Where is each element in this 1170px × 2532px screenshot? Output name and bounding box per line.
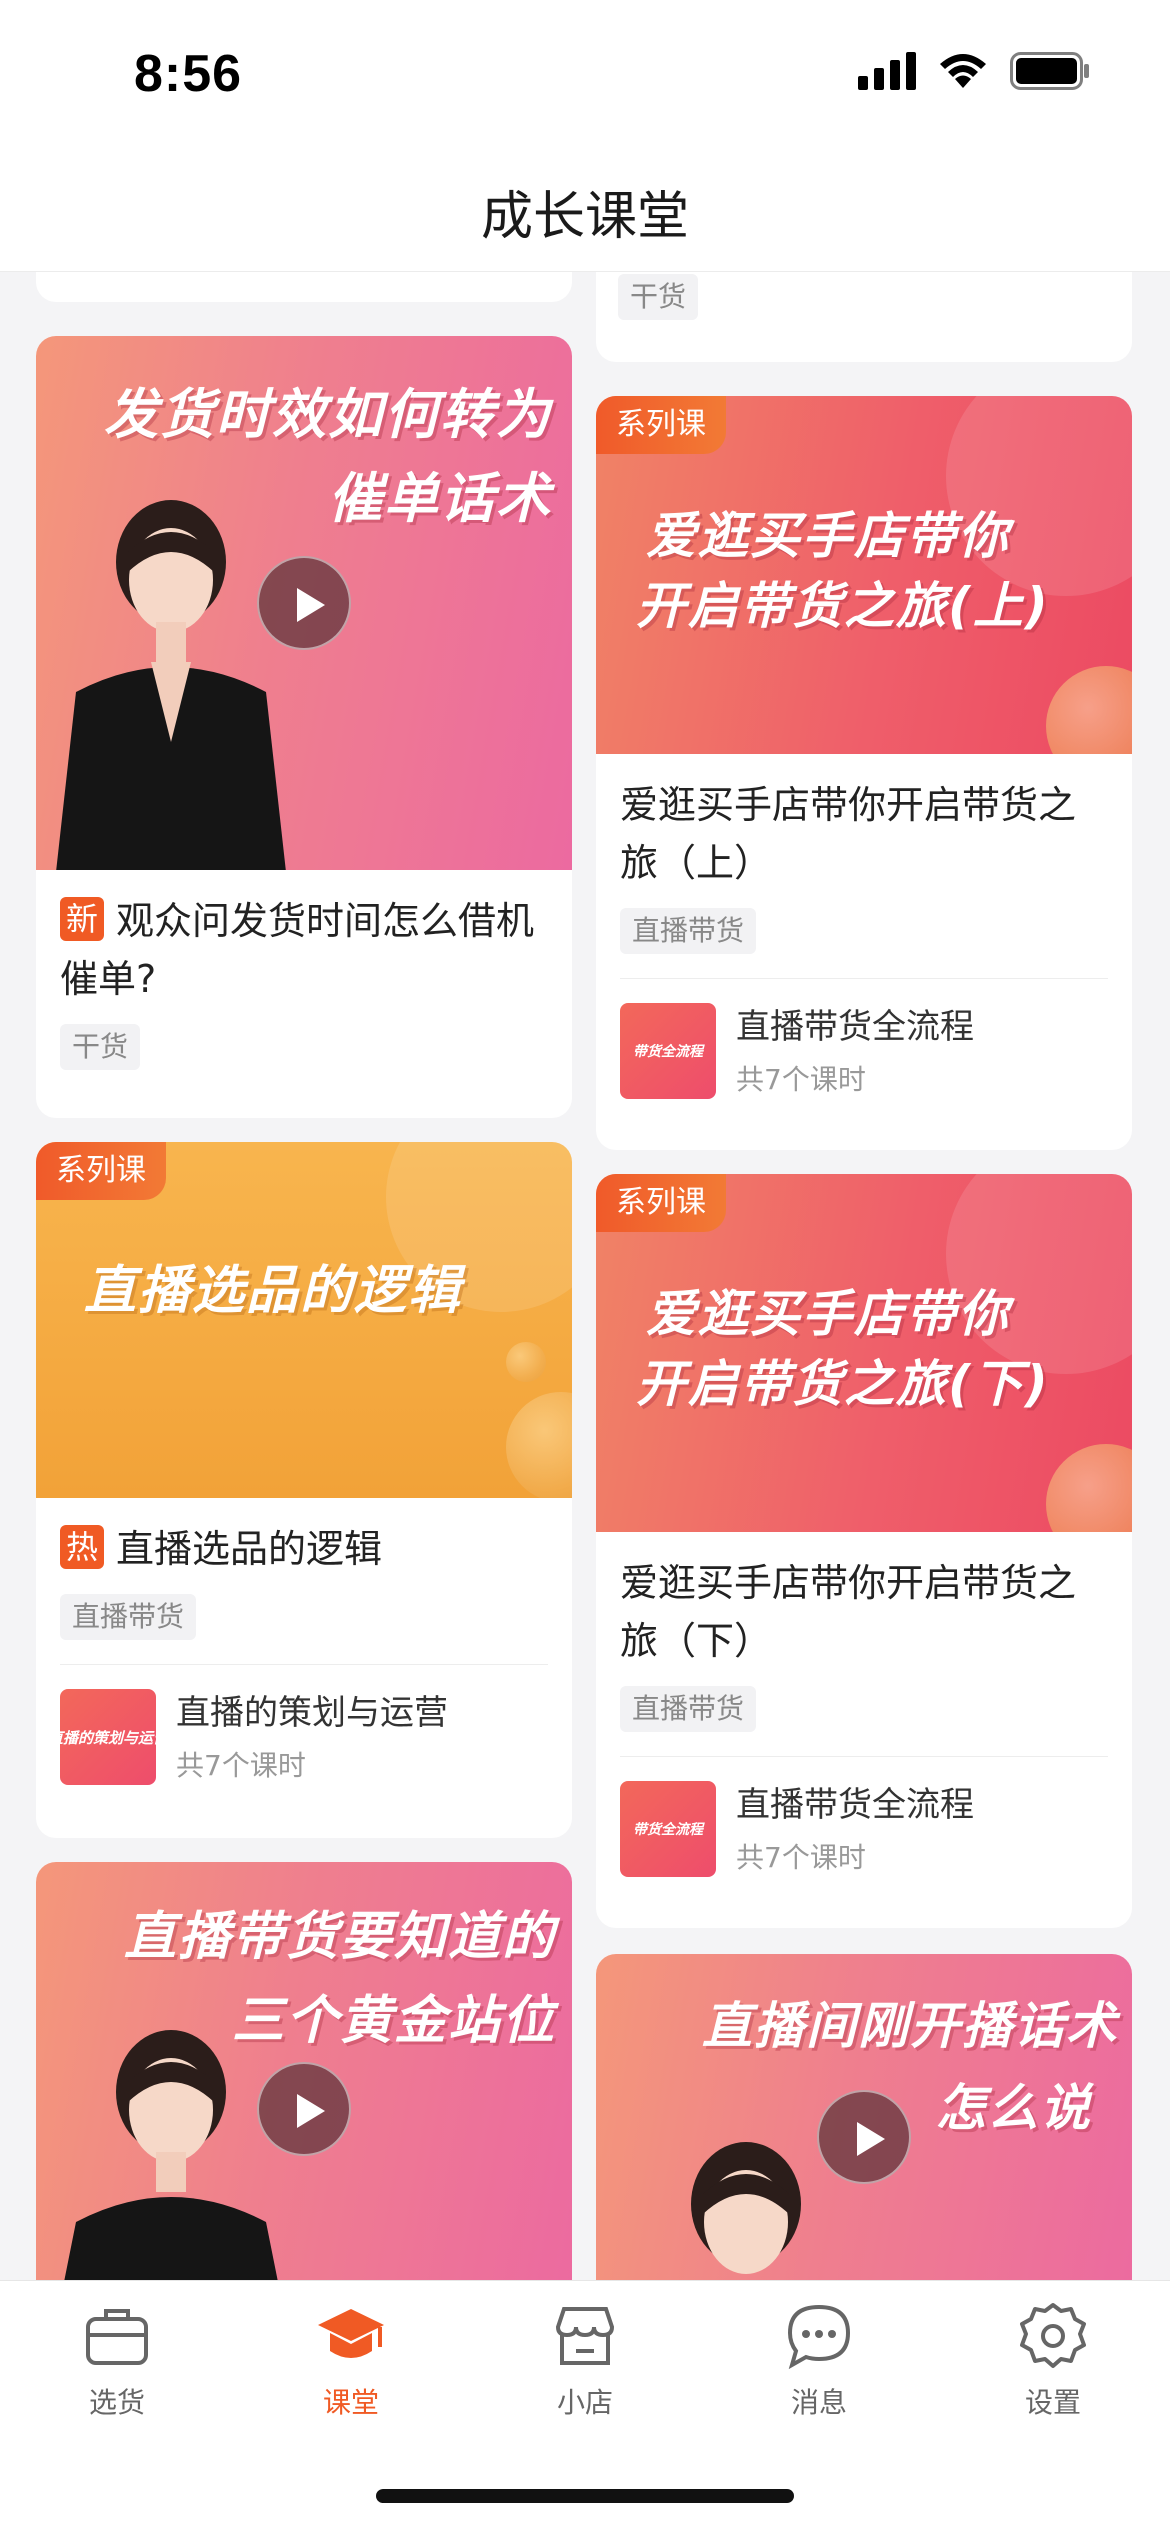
series-course-card[interactable]: 爱逛买手店带你 开启带货之旅(下) 系列课 爱逛买手店带你开启带货之旅（下） 直… — [596, 1174, 1132, 1928]
home-indicator[interactable] — [376, 2489, 794, 2503]
series-tag: 系列课 — [36, 1142, 166, 1200]
battery-icon — [1010, 52, 1089, 90]
tag: 干货 — [60, 1024, 141, 1070]
course-thumbnail: 直播的策划与运营 — [60, 1689, 156, 1785]
course-thumbnail: 带货全流程 — [620, 1781, 716, 1877]
nav-bar: 成长课堂 — [0, 150, 1170, 272]
included-course-row[interactable]: 带货全流程 直播带货全流程 共7个课时 — [620, 1756, 1108, 1877]
tab-label: 选货 — [88, 2386, 145, 2419]
series-course-card[interactable]: 爱逛买手店带你 开启带货之旅(上) 系列课 爱逛买手店带你开启带货之旅（上） 直… — [596, 396, 1132, 1150]
banner-title: 发货时效如何转为 — [104, 383, 552, 446]
banner-subtitle: 催单话术 — [328, 467, 552, 530]
coin-decoration — [1046, 666, 1132, 754]
tab-label: 小店 — [556, 2386, 613, 2419]
course-banner[interactable]: 爱逛买手店带你 开启带货之旅(下) 系列课 — [596, 1174, 1132, 1532]
course-info: 直播带货全流程 共7个课时 — [736, 1004, 974, 1098]
included-course-name: 直播的策划与运营 — [176, 1693, 448, 1733]
partial-card-left[interactable] — [36, 272, 572, 302]
card-body: 爱逛买手店带你开启带货之旅（下） 直播带货 带货全流程 直播带货全流程 共7个课… — [596, 1532, 1132, 1901]
store-icon — [555, 2307, 615, 2365]
course-title: 热直播选品的逻辑 — [60, 1520, 548, 1578]
card-body: 新观众问发货时间怎么借机催单? 干货 — [36, 870, 572, 1094]
banner-subtitle: 怎么说 — [936, 2079, 1092, 2137]
page-title: 成长课堂 — [480, 187, 689, 247]
course-title: 爱逛买手店带你开启带货之旅（上） — [620, 783, 1077, 885]
wifi-icon — [940, 54, 986, 88]
banner-title: 直播间刚开播话术 — [702, 1997, 1118, 2055]
new-badge: 新 — [60, 897, 104, 941]
graduation-cap-icon — [318, 2309, 384, 2358]
tab-label: 消息 — [790, 2386, 847, 2419]
course-title: 爱逛买手店带你开启带货之旅（下） — [620, 1561, 1077, 1663]
video-banner[interactable]: 发货时效如何转为 催单话术 — [36, 336, 572, 870]
lesson-count: 共7个课时 — [176, 1749, 306, 1782]
card-body: 热直播选品的逻辑 直播带货 直播的策划与运营 直播的策划与运营 共7个课时 — [36, 1498, 572, 1809]
status-time: 8:56 — [134, 45, 243, 103]
tab-select-goods[interactable]: 选货 — [0, 2301, 234, 2421]
presenter-image — [56, 500, 286, 870]
hot-badge: 热 — [60, 1525, 104, 1569]
course-title-text: 直播选品的逻辑 — [116, 1527, 383, 1571]
tab-store[interactable]: 小店 — [468, 2301, 702, 2421]
status-icons — [858, 52, 1090, 90]
play-button[interactable] — [257, 2062, 351, 2156]
chat-bubble-icon — [787, 2304, 851, 2370]
course-banner[interactable]: 直播选品的逻辑 系列课 — [36, 1142, 572, 1498]
shopping-bag-icon — [86, 2309, 148, 2365]
banner-subtitle: 开启带货之旅(下) — [636, 1355, 1050, 1413]
banner-title: 爱逛买手店带你 — [646, 507, 1010, 565]
card-body: 爱逛买手店带你开启带货之旅（上） 直播带货 带货全流程 直播带货全流程 共7个课… — [596, 754, 1132, 1123]
course-title-text: 观众问发货时间怎么借机催单? — [60, 899, 535, 1001]
tab-bar: 选货 课堂 小店 消息 设置 — [0, 2280, 1170, 2532]
lesson-count: 共7个课时 — [736, 1841, 866, 1874]
video-banner[interactable]: 直播间刚开播话术 怎么说 — [596, 1954, 1132, 2280]
course-info: 直播带货全流程 共7个课时 — [736, 1782, 974, 1876]
presenter-image — [64, 2030, 278, 2280]
status-bar: 8:56 — [0, 0, 1170, 150]
video-banner[interactable]: 直播带货要知道的 三个黄金站位 — [36, 1862, 572, 2280]
tag: 直播带货 — [620, 908, 757, 954]
course-title: 新观众问发货时间怎么借机催单? — [60, 892, 548, 1008]
partial-card-right[interactable]: 干货 — [596, 272, 1132, 362]
included-course-row[interactable]: 带货全流程 直播带货全流程 共7个课时 — [620, 978, 1108, 1099]
course-card[interactable]: 发货时效如何转为 催单话术 新观众问发货时间怎么借机催单? 干货 — [36, 336, 572, 1118]
series-tag: 系列课 — [596, 1174, 726, 1232]
included-course-row[interactable]: 直播的策划与运营 直播的策划与运营 共7个课时 — [60, 1664, 548, 1785]
course-info: 直播的策划与运营 共7个课时 — [176, 1690, 448, 1784]
coin-decoration — [1046, 1444, 1132, 1532]
coin-decoration — [506, 1392, 572, 1498]
tag: 干货 — [618, 274, 699, 320]
play-button[interactable] — [257, 556, 351, 650]
tab-classroom[interactable]: 课堂 — [234, 2301, 468, 2421]
cellular-signal-icon — [858, 52, 916, 90]
course-card[interactable]: 直播带货要知道的 三个黄金站位 — [36, 1862, 572, 2280]
tab-messages[interactable]: 消息 — [702, 2301, 936, 2421]
course-banner[interactable]: 爱逛买手店带你 开启带货之旅(上) 系列课 — [596, 396, 1132, 754]
course-card[interactable]: 直播间刚开播话术 怎么说 — [596, 1954, 1132, 2280]
tab-label: 课堂 — [322, 2386, 379, 2419]
series-course-card[interactable]: 直播选品的逻辑 系列课 热直播选品的逻辑 直播带货 直播的策划与运营 直播的策划… — [36, 1142, 572, 1838]
included-course-name: 直播带货全流程 — [736, 1785, 974, 1825]
play-button[interactable] — [817, 2090, 911, 2184]
tab-label: 设置 — [1024, 2386, 1081, 2419]
series-tag: 系列课 — [596, 396, 726, 454]
lesson-count: 共7个课时 — [736, 1063, 866, 1096]
course-thumbnail: 带货全流程 — [620, 1003, 716, 1099]
banner-subtitle: 开启带货之旅(上) — [636, 577, 1050, 635]
gear-icon — [1020, 2303, 1086, 2368]
banner-title: 直播带货要知道的 — [123, 1907, 556, 1967]
coin-decoration — [506, 1342, 546, 1382]
course-feed[interactable]: 干货 发货时效如何转为 催单话术 新观众问发货时间怎么借机催单? 干货 直播选品… — [0, 272, 1170, 2280]
tab-settings[interactable]: 设置 — [936, 2301, 1170, 2421]
banner-title: 爱逛买手店带你 — [646, 1285, 1010, 1343]
banner-title: 直播选品的逻辑 — [84, 1261, 463, 1321]
included-course-name: 直播带货全流程 — [736, 1007, 974, 1047]
tag: 直播带货 — [620, 1686, 757, 1732]
tag: 直播带货 — [60, 1594, 197, 1640]
